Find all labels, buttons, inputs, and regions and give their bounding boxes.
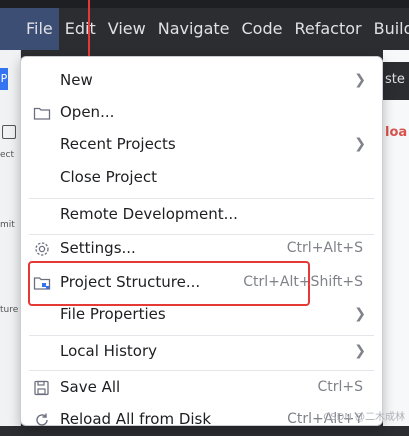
menu-item-local-history-label: Local History [60,342,158,360]
menu-item-new-label: New [60,71,93,89]
menu-item-local-history[interactable]: Local History ❯ [21,336,382,368]
left-strip-label-3: ture [0,305,19,315]
menu-item-file-properties-label: File Properties [60,305,166,323]
left-strip-label-1: ect [0,150,15,160]
menu-separator [29,370,374,371]
menu-item-save-all-shortcut: Ctrl+S [317,379,363,395]
menu-item-reload-all-label: Reload All from Disk [60,410,212,428]
menu-item-settings-label: Settings... [60,239,136,257]
menu-view-label: View [107,19,146,38]
chevron-right-icon: ❯ [354,343,366,359]
chevron-right-icon: ❯ [354,72,366,88]
menu-code-label: Code [241,19,283,38]
menu-item-settings-shortcut: Ctrl+Alt+S [286,240,363,256]
menu-item-close-project-label: Close Project [60,168,157,186]
menu-item-save-all[interactable]: Save All Ctrl+S [21,372,382,404]
menu-item-open[interactable]: Open... [21,97,382,129]
left-strip-label-2: mit [0,220,15,230]
menu-view[interactable]: View [102,8,152,50]
chevron-right-icon: ❯ [354,136,366,152]
chevron-right-icon: ❯ [354,306,366,322]
save-icon [33,380,51,396]
gear-icon [33,241,51,257]
menu-build[interactable]: Build [368,8,409,50]
menu-navigate[interactable]: Navigate [152,8,236,50]
menu-item-new[interactable]: New ❯ [21,65,382,97]
menu-refactor[interactable]: Refactor [288,8,367,50]
watermark-text: CSDN @二木成林 [323,412,405,423]
annotation-highlight-project-structure [28,261,310,306]
menu-item-open-label: Open... [60,103,115,121]
editor-error-text: loa [385,125,408,140]
editor-tab-text: ste [385,72,405,87]
menu-item-recent-projects[interactable]: Recent Projects ❯ [21,129,382,161]
project-tool-icon[interactable] [2,125,16,139]
project-badge[interactable]: P [0,68,8,90]
menu-item-recent-projects-label: Recent Projects [60,135,176,153]
folder-icon [33,105,51,121]
menu-build-label: Build [373,19,409,38]
menu-item-close-project[interactable]: Close Project [21,162,382,194]
menu-item-remote-development-label: Remote Development... [60,205,238,223]
menu-code[interactable]: Code [236,8,289,50]
menu-navigate-label: Navigate [157,19,230,38]
left-tool-strip: P ect mit ture [0,50,21,426]
file-menu-dropdown: New ❯ Open... Recent Projects ❯ Close Pr… [20,56,383,428]
editor-peek: ste loa [383,50,409,426]
menu-item-save-all-label: Save All [60,378,121,396]
menu-item-remote-development[interactable]: Remote Development... [21,199,382,231]
menu-refactor-label: Refactor [294,19,362,38]
editor-tab-peek: ste [383,62,409,100]
